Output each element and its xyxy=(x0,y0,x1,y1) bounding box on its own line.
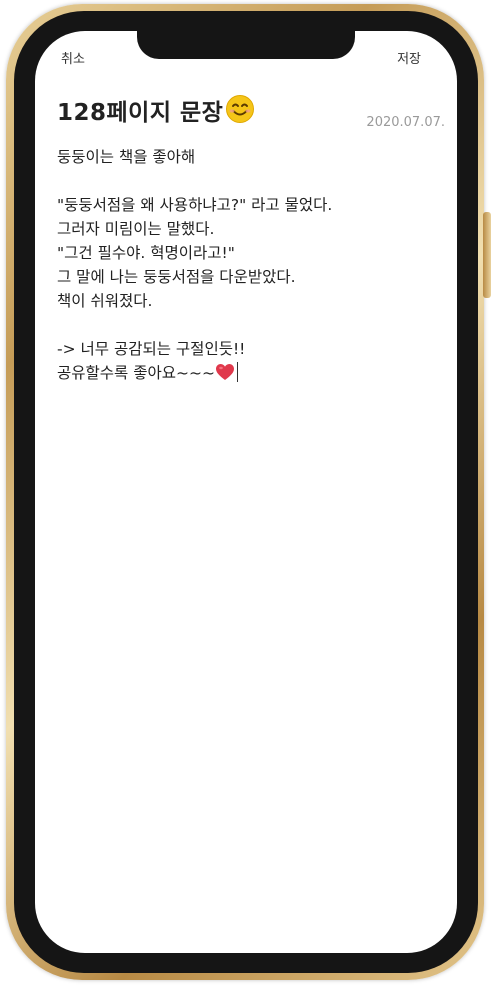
note-line: 책이 쉬워졌다. xyxy=(57,292,153,310)
note-line xyxy=(57,169,447,193)
note-screen: 취소 저장 128페이지 문장 2020.07.07. 둥둥이는 책을 좋아해 … xyxy=(35,31,457,953)
note-date: 2020.07.07. xyxy=(366,115,445,130)
note-line-text: 공유할수록 좋아요~~~ xyxy=(57,364,215,382)
save-button[interactable]: 저장 xyxy=(397,48,421,67)
note-line: "그건 필수야. 혁명이라고!" xyxy=(57,244,235,262)
note-line: -> 너무 공감되는 구절인듯!! xyxy=(57,340,246,358)
note-line: 그 말에 나는 둥둥서점을 다운받았다. xyxy=(57,268,296,286)
note-line: 그러자 미림이는 말했다. xyxy=(57,220,215,238)
smiling-face-icon xyxy=(225,94,255,124)
note-title-row[interactable]: 128페이지 문장 xyxy=(57,93,255,127)
red-heart-icon xyxy=(215,362,235,382)
notch xyxy=(137,31,355,59)
cancel-button[interactable]: 취소 xyxy=(61,48,85,67)
note-line: "둥둥서점을 왜 사용하냐고?" 라고 물었다. xyxy=(57,196,333,214)
side-button xyxy=(483,212,491,298)
note-body[interactable]: 둥둥이는 책을 좋아해 "둥둥서점을 왜 사용하냐고?" 라고 물었다. 그러자… xyxy=(57,145,447,385)
note-title[interactable]: 128페이지 문장 xyxy=(57,100,223,126)
note-line: 둥둥이는 책을 좋아해 xyxy=(57,148,196,166)
note-line xyxy=(57,313,447,337)
text-cursor xyxy=(236,362,238,382)
note-line-last: 공유할수록 좋아요~~~ xyxy=(57,361,447,385)
